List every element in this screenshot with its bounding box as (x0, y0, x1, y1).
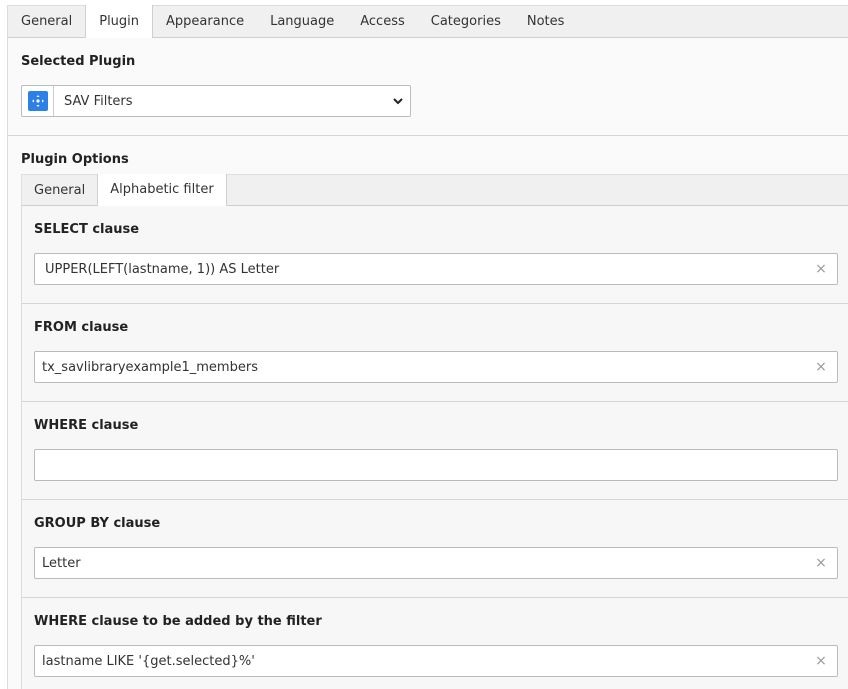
filter-where-clause-input[interactable]: lastname LIKE '{get.selected}%' × (34, 645, 838, 677)
select-clause-value: UPPER(LEFT(lastname, 1)) AS Letter (45, 261, 280, 277)
tab-options-general[interactable]: General (22, 175, 97, 206)
group-by-clause-value: Letter (42, 555, 81, 571)
tab-notes[interactable]: Notes (514, 6, 578, 37)
filter-where-clause-label: WHERE clause to be added by the filter (34, 614, 322, 629)
plugin-options-tab-bar: General Alphabetic filter (21, 174, 848, 206)
clear-icon[interactable]: × (805, 653, 837, 669)
where-clause-section: WHERE clause (22, 402, 848, 500)
from-clause-label: FROM clause (34, 320, 129, 335)
selected-plugin-section: Selected Plugin SAV Filters (8, 38, 848, 136)
select-clause-input[interactable]: UPPER(LEFT(lastname, 1)) AS Letter × (34, 253, 838, 285)
select-clause-section: SELECT clause UPPER(LEFT(lastname, 1)) A… (22, 206, 848, 304)
clear-icon[interactable]: × (805, 555, 837, 571)
from-clause-value: tx_savlibraryexample1_members (42, 359, 258, 375)
where-clause-label: WHERE clause (34, 418, 139, 433)
plugin-extension-icon (27, 91, 48, 111)
plugin-select-value: SAV Filters (64, 93, 133, 109)
group-by-clause-input[interactable]: Letter × (34, 547, 838, 579)
clear-icon[interactable]: × (805, 359, 837, 375)
filter-where-clause-value: lastname LIKE '{get.selected}%' (42, 653, 255, 669)
tab-alphabetic-filter[interactable]: Alphabetic filter (97, 174, 227, 206)
tab-plugin[interactable]: Plugin (85, 5, 154, 38)
group-by-clause-label: GROUP BY clause (34, 516, 161, 531)
filter-where-clause-section: WHERE clause to be added by the filter l… (22, 598, 848, 689)
alphabetic-filter-panel: SELECT clause UPPER(LEFT(lastname, 1)) A… (21, 206, 848, 689)
plugin-tab-content: Selected Plugin SAV Filters Plugin Optio… (7, 38, 848, 689)
tab-language[interactable]: Language (257, 6, 347, 37)
where-clause-input[interactable] (34, 449, 838, 481)
tab-access[interactable]: Access (347, 6, 418, 37)
tab-general[interactable]: General (8, 6, 85, 37)
chevron-down-icon[interactable] (386, 97, 410, 105)
clear-icon[interactable]: × (805, 261, 837, 277)
selected-plugin-label: Selected Plugin (21, 54, 136, 69)
from-clause-section: FROM clause tx_savlibraryexample1_member… (22, 304, 848, 402)
plugin-options-label: Plugin Options (21, 152, 129, 167)
plugin-select[interactable]: SAV Filters (21, 85, 411, 117)
tab-appearance[interactable]: Appearance (153, 6, 257, 37)
select-clause-label: SELECT clause (34, 222, 140, 237)
tab-categories[interactable]: Categories (418, 6, 514, 37)
plugin-icon-box (22, 86, 54, 116)
group-by-clause-section: GROUP BY clause Letter × (22, 500, 848, 598)
from-clause-input[interactable]: tx_savlibraryexample1_members × (34, 351, 838, 383)
top-tab-bar: General Plugin Appearance Language Acces… (7, 5, 848, 38)
